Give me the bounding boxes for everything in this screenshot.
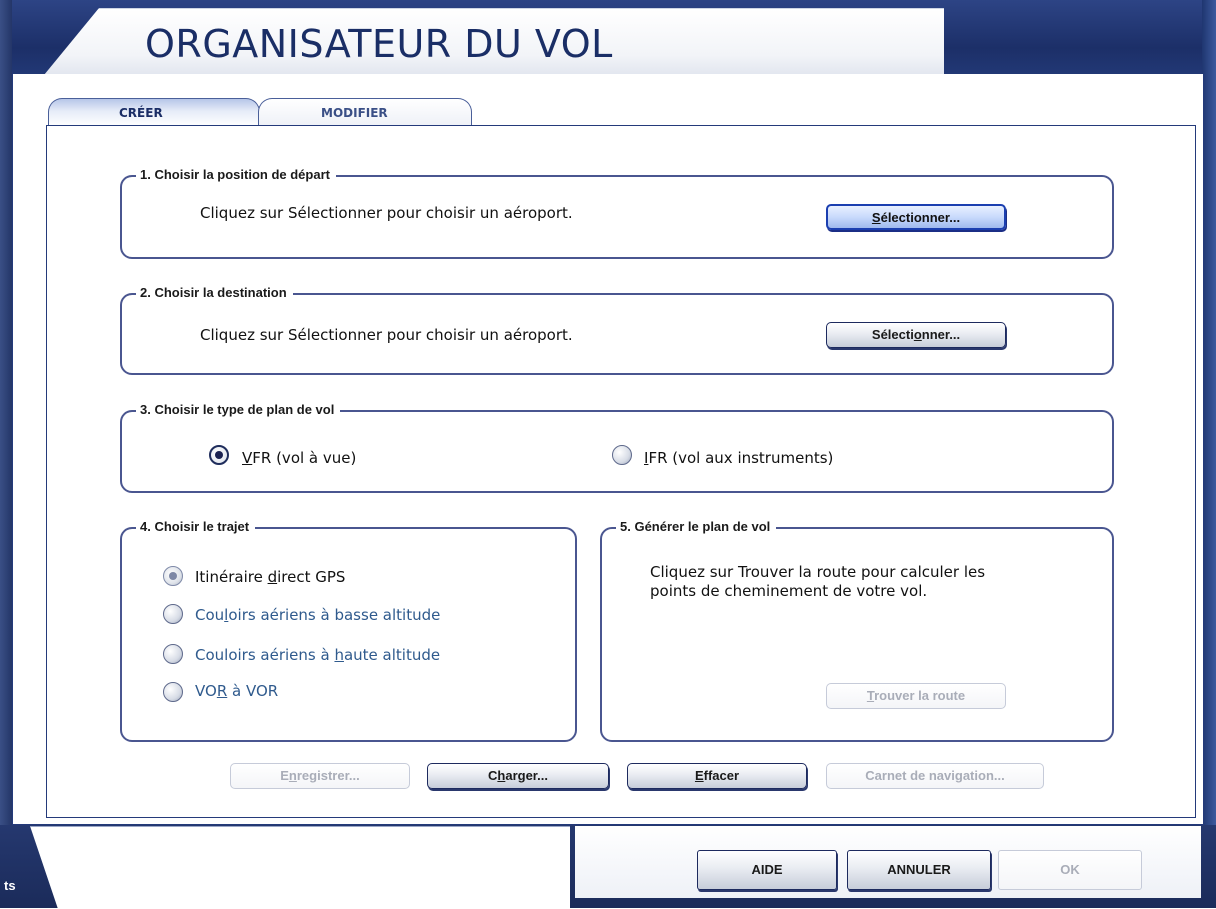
vfr-label[interactable]: VFR (vol à vue) <box>242 449 356 467</box>
cancel-button[interactable]: ANNULER <box>847 850 991 890</box>
high-airways-label-pre: Couloirs aériens à <box>195 646 335 664</box>
ifr-label[interactable]: IFR (vol aux instruments) <box>644 449 833 467</box>
right-frame <box>1202 0 1216 908</box>
departure-instruction: Cliquez sur Sélectionner pour choisir un… <box>200 204 573 222</box>
save-label-post: registrer... <box>296 768 360 783</box>
ok-button[interactable]: OK <box>998 850 1142 890</box>
gps-direct-radio[interactable] <box>163 566 183 586</box>
departure-select-label-key: S <box>871 210 881 225</box>
destination-select-label-post: nner... <box>921 327 961 342</box>
high-airways-label-post: aute altitude <box>343 646 441 664</box>
clear-label-post: ffacer <box>703 768 740 783</box>
low-airways-label-pre: Cou <box>195 606 225 624</box>
load-button[interactable]: Charger... <box>427 763 609 789</box>
high-airways-label[interactable]: Couloirs aériens à haute altitude <box>195 646 440 664</box>
generate-plan-group-title: 5. Générer le plan de vol <box>616 519 777 534</box>
vor-to-vor-label-key: R <box>216 682 228 700</box>
low-airways-radio[interactable] <box>163 604 183 624</box>
route-group: 4. Choisir le trajet <box>120 519 577 742</box>
help-button[interactable]: AIDE <box>697 850 837 890</box>
left-frame <box>0 0 12 908</box>
ifr-radio[interactable] <box>612 445 632 465</box>
low-airways-label[interactable]: Couloirs aériens à basse altitude <box>195 606 440 624</box>
route-group-title: 4. Choisir le trajet <box>136 519 256 534</box>
departure-group-title: 1. Choisir la position de départ <box>136 167 336 182</box>
high-airways-label-key: h <box>334 646 344 664</box>
flight-type-group-title: 3. Choisir le type de plan de vol <box>136 402 341 417</box>
vor-to-vor-label[interactable]: VOR à VOR <box>195 682 278 700</box>
tab-creer[interactable]: CRÉER <box>48 98 260 126</box>
destination-select-label-key: o <box>913 327 922 342</box>
vor-to-vor-label-pre: VO <box>195 682 217 700</box>
destination-group-title: 2. Choisir la destination <box>136 285 293 300</box>
navlog-label-pre: Carnet de navi <box>865 768 955 783</box>
destination-select-label-pre: Sélecti <box>871 327 914 342</box>
side-text: ts <box>4 878 16 893</box>
find-route-label-key: T <box>866 688 875 703</box>
window-title: ORGANISATEUR DU VOL <box>145 22 613 66</box>
clear-button[interactable]: Effacer <box>627 763 807 789</box>
find-route-label-post: rouver la route <box>874 688 966 703</box>
find-route-button[interactable]: Trouver la route <box>826 683 1006 709</box>
destination-select-button[interactable]: Sélectionner... <box>826 322 1006 348</box>
navlog-label-key: g <box>954 768 963 783</box>
load-label-pre: C <box>488 768 498 783</box>
vfr-radio-dot <box>215 451 223 459</box>
save-button[interactable]: Enregistrer... <box>230 763 410 789</box>
high-airways-radio[interactable] <box>163 644 183 664</box>
tab-content: 1. Choisir la position de départ Cliquez… <box>46 125 1196 818</box>
gps-direct-label-post: irect GPS <box>277 568 346 586</box>
gps-direct-radio-dot <box>169 572 177 580</box>
vfr-radio[interactable] <box>209 445 229 465</box>
navlog-button[interactable]: Carnet de navigation... <box>826 763 1044 789</box>
vfr-label-post: FR (vol à vue) <box>252 449 357 467</box>
departure-select-button[interactable]: Sélectionner... <box>826 204 1006 230</box>
departure-select-label-post: électionner... <box>880 210 961 225</box>
gps-direct-label-key: d <box>267 568 278 586</box>
destination-instruction: Cliquez sur Sélectionner pour choisir un… <box>200 326 573 344</box>
vfr-label-key: V <box>242 449 253 467</box>
vor-to-vor-radio[interactable] <box>163 682 183 702</box>
vor-to-vor-label-post: à VOR <box>227 682 279 700</box>
navlog-label-post: ation... <box>962 768 1005 783</box>
generate-instruction-line1: Cliquez sur Trouver la route pour calcul… <box>650 563 986 581</box>
gps-direct-label-pre: Itinéraire <box>195 568 268 586</box>
footer-left-panel <box>30 826 570 909</box>
clear-label-key: E <box>694 768 704 783</box>
generate-instruction-line2: points de cheminement de votre vol. <box>650 582 928 600</box>
tab-modifier[interactable]: MODIFIER <box>258 98 472 126</box>
generate-plan-group: 5. Générer le plan de vol <box>600 519 1114 742</box>
save-label-key: n <box>288 768 297 783</box>
save-label-pre: E <box>280 768 289 783</box>
ifr-label-post: FR (vol aux instruments) <box>648 449 834 467</box>
load-label-post: arger... <box>505 768 548 783</box>
low-airways-label-post: oirs aériens à basse altitude <box>228 606 441 624</box>
gps-direct-label[interactable]: Itinéraire direct GPS <box>195 568 345 586</box>
